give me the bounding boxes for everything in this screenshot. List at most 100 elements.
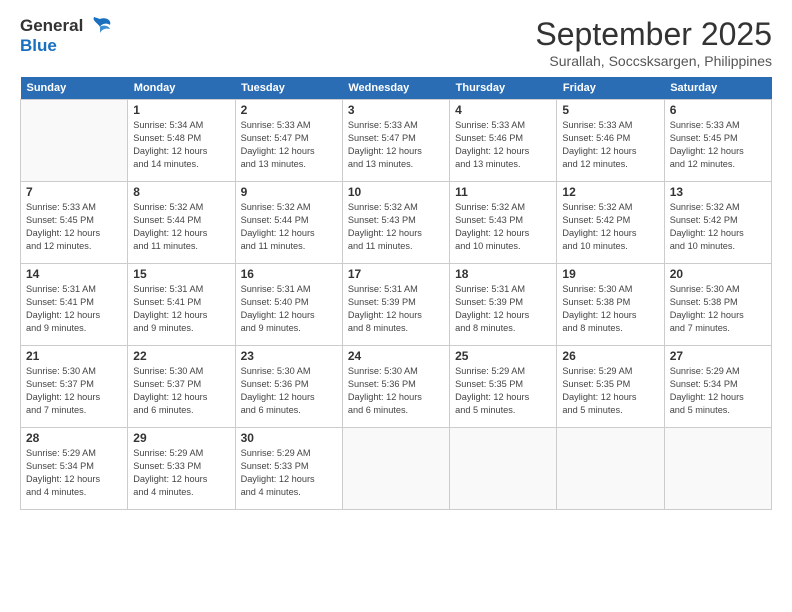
day-number: 21 [26,349,122,363]
day-number: 12 [562,185,658,199]
day-number: 8 [133,185,229,199]
day-number: 26 [562,349,658,363]
day-cell: 7 Sunrise: 5:33 AM Sunset: 5:45 PM Daylig… [21,182,128,264]
day-info: Sunrise: 5:30 AM Sunset: 5:36 PM Dayligh… [241,365,337,417]
day-cell: 27 Sunrise: 5:29 AM Sunset: 5:34 PM Dayli… [664,346,771,428]
title-block: September 2025 Surallah, Soccsksargen, P… [535,16,772,69]
day-number: 18 [455,267,551,281]
day-cell: 21 Sunrise: 5:30 AM Sunset: 5:37 PM Dayli… [21,346,128,428]
calendar-table: SundayMondayTuesdayWednesdayThursdayFrid… [20,77,772,510]
day-info: Sunrise: 5:33 AM Sunset: 5:46 PM Dayligh… [455,119,551,171]
day-cell: 14 Sunrise: 5:31 AM Sunset: 5:41 PM Dayli… [21,264,128,346]
col-header-sunday: Sunday [21,77,128,100]
day-info: Sunrise: 5:31 AM Sunset: 5:41 PM Dayligh… [133,283,229,335]
day-number: 1 [133,103,229,117]
day-info: Sunrise: 5:33 AM Sunset: 5:47 PM Dayligh… [348,119,444,171]
day-cell: 26Sunrise: 5:29 AM Sunset: 5:35 PM Dayli… [557,346,664,428]
day-number: 7 [26,185,122,199]
day-cell: 2Sunrise: 5:33 AM Sunset: 5:47 PM Daylig… [235,100,342,182]
day-cell: 17Sunrise: 5:31 AM Sunset: 5:39 PM Dayli… [342,264,449,346]
day-info: Sunrise: 5:32 AM Sunset: 5:44 PM Dayligh… [133,201,229,253]
day-number: 15 [133,267,229,281]
day-info: Sunrise: 5:32 AM Sunset: 5:43 PM Dayligh… [455,201,551,253]
col-header-saturday: Saturday [664,77,771,100]
day-cell [450,428,557,510]
day-info: Sunrise: 5:29 AM Sunset: 5:33 PM Dayligh… [241,447,337,499]
day-number: 22 [133,349,229,363]
day-cell: 23 Sunrise: 5:30 AM Sunset: 5:36 PM Dayli… [235,346,342,428]
day-cell: 13 Sunrise: 5:32 AM Sunset: 5:42 PM Dayli… [664,182,771,264]
day-info: Sunrise: 5:34 AM Sunset: 5:48 PM Dayligh… [133,119,229,171]
day-info: Sunrise: 5:33 AM Sunset: 5:46 PM Dayligh… [562,119,658,171]
day-cell [557,428,664,510]
day-number: 11 [455,185,551,199]
header: General Blue September 2025 Surallah, So… [20,16,772,69]
day-info: Sunrise: 5:33 AM Sunset: 5:45 PM Dayligh… [670,119,766,171]
day-number: 9 [241,185,337,199]
col-header-tuesday: Tuesday [235,77,342,100]
day-number: 17 [348,267,444,281]
day-info: Sunrise: 5:32 AM Sunset: 5:42 PM Dayligh… [670,201,766,253]
day-number: 16 [241,267,337,281]
day-cell: 10 Sunrise: 5:32 AM Sunset: 5:43 PM Dayli… [342,182,449,264]
day-cell: 28Sunrise: 5:29 AM Sunset: 5:34 PM Dayli… [21,428,128,510]
day-cell: 25 Sunrise: 5:29 AM Sunset: 5:35 PM Dayli… [450,346,557,428]
day-info: Sunrise: 5:30 AM Sunset: 5:37 PM Dayligh… [26,365,122,417]
day-number: 14 [26,267,122,281]
logo-blue: Blue [20,36,83,56]
day-info: Sunrise: 5:30 AM Sunset: 5:36 PM Dayligh… [348,365,444,417]
day-cell [664,428,771,510]
day-info: Sunrise: 5:33 AM Sunset: 5:45 PM Dayligh… [26,201,122,253]
day-cell: 3 Sunrise: 5:33 AM Sunset: 5:47 PM Daylig… [342,100,449,182]
day-cell: 4 Sunrise: 5:33 AM Sunset: 5:46 PM Daylig… [450,100,557,182]
day-number: 4 [455,103,551,117]
day-info: Sunrise: 5:30 AM Sunset: 5:38 PM Dayligh… [670,283,766,335]
day-cell: 8 Sunrise: 5:32 AM Sunset: 5:44 PM Daylig… [128,182,235,264]
day-info: Sunrise: 5:29 AM Sunset: 5:34 PM Dayligh… [26,447,122,499]
day-info: Sunrise: 5:33 AM Sunset: 5:47 PM Dayligh… [241,119,337,171]
week-row-5: 28Sunrise: 5:29 AM Sunset: 5:34 PM Dayli… [21,428,772,510]
week-row-4: 21 Sunrise: 5:30 AM Sunset: 5:37 PM Dayli… [21,346,772,428]
day-number: 13 [670,185,766,199]
day-info: Sunrise: 5:30 AM Sunset: 5:37 PM Dayligh… [133,365,229,417]
week-row-3: 14 Sunrise: 5:31 AM Sunset: 5:41 PM Dayli… [21,264,772,346]
col-header-thursday: Thursday [450,77,557,100]
col-header-friday: Friday [557,77,664,100]
day-number: 25 [455,349,551,363]
day-info: Sunrise: 5:29 AM Sunset: 5:33 PM Dayligh… [133,447,229,499]
day-cell: 1 Sunrise: 5:34 AM Sunset: 5:48 PM Daylig… [128,100,235,182]
day-cell: 12 Sunrise: 5:32 AM Sunset: 5:42 PM Dayli… [557,182,664,264]
day-cell: 22 Sunrise: 5:30 AM Sunset: 5:37 PM Dayli… [128,346,235,428]
day-info: Sunrise: 5:32 AM Sunset: 5:43 PM Dayligh… [348,201,444,253]
day-info: Sunrise: 5:31 AM Sunset: 5:41 PM Dayligh… [26,283,122,335]
day-number: 5 [562,103,658,117]
page: General Blue September 2025 Surallah, So… [0,0,792,612]
day-info: Sunrise: 5:30 AM Sunset: 5:38 PM Dayligh… [562,283,658,335]
day-cell: 30Sunrise: 5:29 AM Sunset: 5:33 PM Dayli… [235,428,342,510]
day-number: 3 [348,103,444,117]
day-cell: 29 Sunrise: 5:29 AM Sunset: 5:33 PM Dayli… [128,428,235,510]
day-cell: 19 Sunrise: 5:30 AM Sunset: 5:38 PM Dayli… [557,264,664,346]
day-cell [21,100,128,182]
day-cell: 11 Sunrise: 5:32 AM Sunset: 5:43 PM Dayli… [450,182,557,264]
day-cell: 18Sunrise: 5:31 AM Sunset: 5:39 PM Dayli… [450,264,557,346]
day-info: Sunrise: 5:32 AM Sunset: 5:42 PM Dayligh… [562,201,658,253]
location-subtitle: Surallah, Soccsksargen, Philippines [535,53,772,69]
day-info: Sunrise: 5:29 AM Sunset: 5:34 PM Dayligh… [670,365,766,417]
month-title: September 2025 [535,16,772,53]
day-number: 23 [241,349,337,363]
day-cell: 24 Sunrise: 5:30 AM Sunset: 5:36 PM Dayli… [342,346,449,428]
week-row-1: 1 Sunrise: 5:34 AM Sunset: 5:48 PM Daylig… [21,100,772,182]
day-number: 24 [348,349,444,363]
day-info: Sunrise: 5:29 AM Sunset: 5:35 PM Dayligh… [455,365,551,417]
day-cell: 9Sunrise: 5:32 AM Sunset: 5:44 PM Daylig… [235,182,342,264]
day-cell: 20 Sunrise: 5:30 AM Sunset: 5:38 PM Dayli… [664,264,771,346]
day-number: 19 [562,267,658,281]
day-number: 27 [670,349,766,363]
logo: General Blue [20,16,114,55]
day-cell: 15 Sunrise: 5:31 AM Sunset: 5:41 PM Dayli… [128,264,235,346]
day-number: 29 [133,431,229,445]
day-number: 10 [348,185,444,199]
week-row-2: 7 Sunrise: 5:33 AM Sunset: 5:45 PM Daylig… [21,182,772,264]
day-number: 20 [670,267,766,281]
